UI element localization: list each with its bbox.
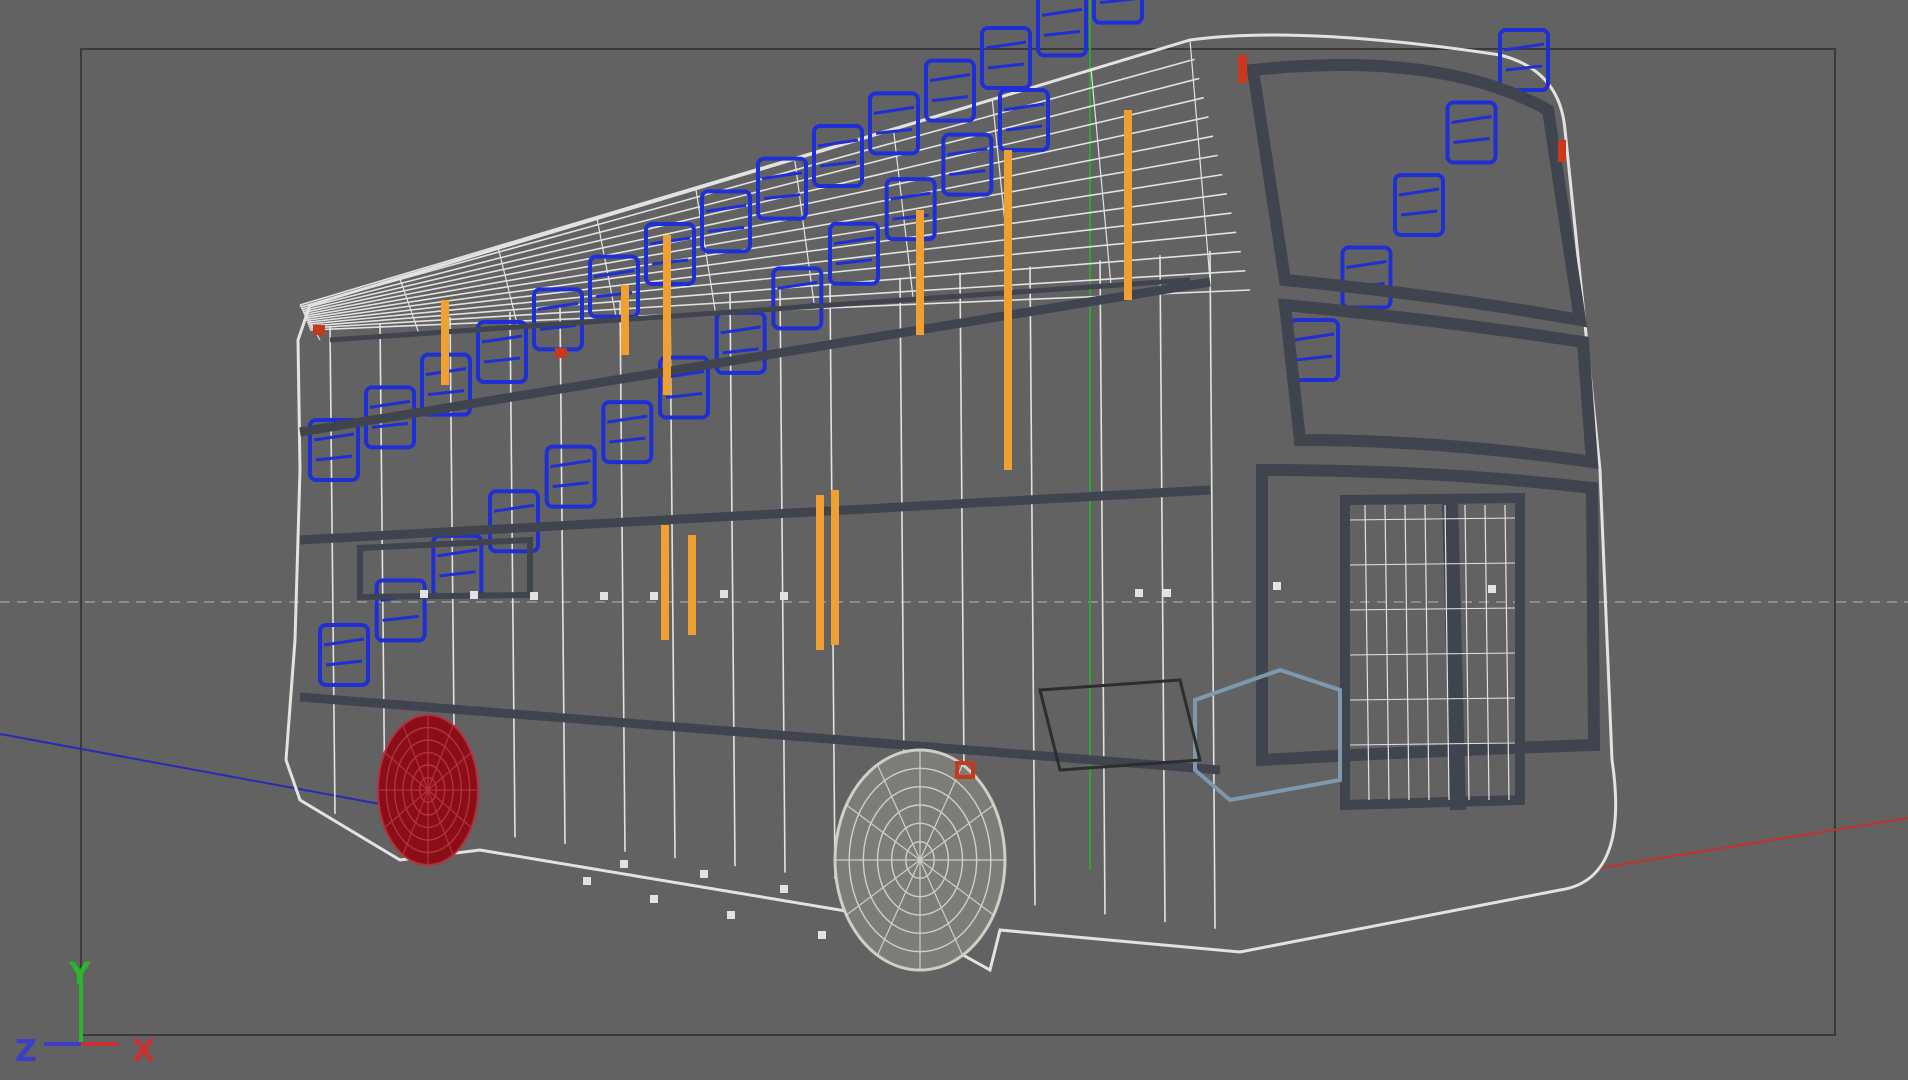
vertex-dot xyxy=(780,592,788,600)
seat-detail xyxy=(550,459,591,489)
vertex-dot xyxy=(620,860,628,868)
seat xyxy=(1340,245,1393,310)
seat-detail xyxy=(929,73,971,103)
roof-wire xyxy=(302,96,1205,312)
vertex-dot xyxy=(650,592,658,600)
seat xyxy=(1445,100,1498,165)
vertex-dot xyxy=(1135,589,1143,597)
mid-deck-beam xyxy=(299,485,1211,545)
seat-detail xyxy=(1003,102,1045,132)
vertex-dot xyxy=(818,931,826,939)
seat-detail xyxy=(323,637,365,667)
seat-detail xyxy=(720,325,761,355)
lower-deck-window-beam xyxy=(357,536,533,601)
body-rib xyxy=(509,311,516,838)
viewport-scene[interactable]: Y Z X xyxy=(0,0,1908,1080)
seat xyxy=(601,400,654,465)
vertex-dot xyxy=(583,877,591,885)
seat xyxy=(1498,28,1550,92)
vertex-dot xyxy=(650,895,658,903)
seat-detail xyxy=(985,40,1027,70)
front-wheel xyxy=(833,748,1007,972)
vertex-dot xyxy=(1273,582,1281,590)
upper-deck-floor-beam xyxy=(299,277,1211,437)
vertex-dot xyxy=(1488,585,1496,593)
front-door-divider xyxy=(1442,499,1466,811)
grab-poles xyxy=(441,110,1132,650)
view-axis-gizmo[interactable]: Y Z X xyxy=(15,957,155,1069)
seat-detail xyxy=(1398,187,1440,217)
3d-viewport[interactable]: Y Z X xyxy=(0,0,1908,1080)
corner-markers xyxy=(313,55,1566,779)
vertex-dot xyxy=(1163,589,1171,597)
seat-detail xyxy=(947,147,988,177)
body-rib xyxy=(779,288,786,873)
vertex-dot xyxy=(700,870,708,878)
vertex-dot xyxy=(420,590,428,598)
seat-detail xyxy=(607,414,648,444)
engine-block xyxy=(1038,667,1342,803)
gizmo-y-label: Y xyxy=(68,957,92,992)
seat-detail xyxy=(1293,332,1335,362)
body-rib xyxy=(1029,266,1036,906)
door-glass-wire xyxy=(1349,562,1516,566)
body-rib xyxy=(1159,255,1166,923)
seat xyxy=(812,124,864,188)
body-rib xyxy=(1099,260,1106,915)
door-glass-wire xyxy=(1349,607,1516,611)
vertex-dot xyxy=(530,592,538,600)
world-x-axis xyxy=(1599,817,1908,869)
vertex-dot xyxy=(780,885,788,893)
seat-detail xyxy=(437,548,478,578)
body-rib xyxy=(619,302,626,852)
body-rib xyxy=(1209,250,1216,929)
door-glass-wire xyxy=(1349,697,1516,701)
door-glass-wire xyxy=(1349,517,1516,521)
body-rib xyxy=(379,323,386,821)
vertex-dot xyxy=(720,590,728,598)
seat-detail xyxy=(1041,7,1083,37)
seat-detail xyxy=(313,432,355,462)
gizmo-x-label: X xyxy=(132,1034,155,1069)
body-rib xyxy=(329,327,336,814)
bus-wireframe-model[interactable] xyxy=(284,0,1618,973)
seat-detail xyxy=(481,334,523,364)
door-glass-wire xyxy=(1349,652,1516,656)
world-z-axis xyxy=(0,733,381,805)
seat xyxy=(544,444,597,509)
seat-detail xyxy=(1099,0,1137,5)
body-rib xyxy=(729,292,736,867)
vertex-dot xyxy=(600,592,608,600)
vertex-dot xyxy=(727,911,735,919)
seat xyxy=(980,26,1032,90)
seat xyxy=(1393,173,1445,237)
gizmo-z-label: Z xyxy=(15,1034,37,1069)
vertex-dot xyxy=(470,591,478,599)
door-glass-wire xyxy=(1504,504,1510,801)
seat xyxy=(941,132,994,197)
upper-front-window-frame xyxy=(1278,298,1599,470)
roof-cross-wire xyxy=(596,216,618,321)
seat-detail xyxy=(890,191,931,221)
door-glass-wire xyxy=(1484,504,1490,801)
rear-wheel xyxy=(377,714,479,866)
seat-detail xyxy=(1451,115,1492,144)
seat xyxy=(318,623,370,687)
